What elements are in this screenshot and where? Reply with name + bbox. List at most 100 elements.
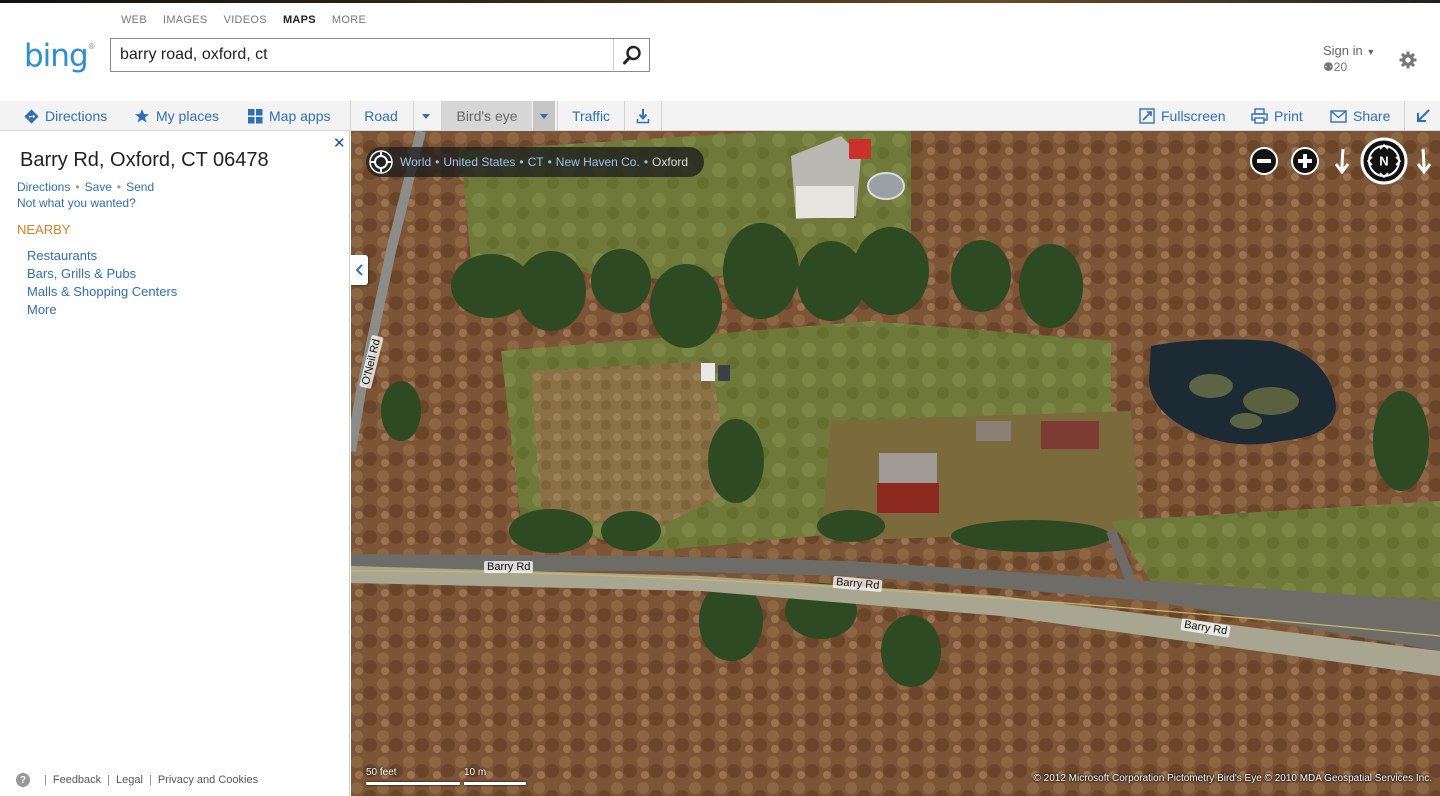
download-button[interactable] [625,101,661,131]
fullscreen-icon [1139,108,1155,124]
road-options-dropdown[interactable] [415,101,437,131]
sign-in-label: Sign in [1323,43,1363,58]
separator-dot: • [116,180,122,194]
rotate-right-button[interactable] [1413,146,1435,176]
birds-eye-options-dropdown[interactable] [533,101,555,131]
nav-videos[interactable]: VIDEOS [224,14,267,26]
birds-eye-mode-label: Bird's eye [456,108,518,124]
zoom-out-button[interactable] [1249,146,1279,176]
help-icon[interactable]: ? [16,773,30,787]
scale-feet: 50 feet [366,767,397,778]
chevron-down-icon [540,113,548,119]
map-canvas[interactable]: World • United States • CT • New Haven Co. •… [351,131,1440,796]
my-places-button[interactable]: My places [134,101,219,131]
nearby-link-bars[interactable]: Bars, Grills & Pubs [27,266,177,284]
nearby-heading: NEARBY [17,222,71,237]
map-scale: 50 feet 10 m [366,767,526,785]
footer: ? | Feedback | Legal | Privacy and Cooki… [16,773,258,787]
breadcrumb-county[interactable]: New Haven Co. [556,155,640,169]
breadcrumb-separator: • [435,155,440,169]
breadcrumb-city: Oxford [652,155,689,169]
close-panel-button[interactable]: ✕ [333,134,346,152]
scale-meters: 10 m [464,767,487,778]
close-icon: ✕ [333,135,346,152]
map-toolbar: Directions My places Map apps Road Bird'… [0,101,1440,131]
location-address: Barry Rd, Oxford, CT 06478 [20,149,269,171]
collapse-panel-toggle[interactable] [351,255,368,285]
grid-icon [248,108,263,123]
sign-in[interactable]: Sign in ▼ ⚉20 [1323,43,1375,75]
print-label: Print [1274,108,1303,124]
nav-images[interactable]: IMAGES [163,14,208,26]
gear-icon [1399,51,1417,69]
map-apps-label: Map apps [269,108,331,124]
nearby-link-malls[interactable]: Malls & Shopping Centers [27,284,177,302]
nav-maps[interactable]: MAPS [283,14,316,26]
chevron-left-icon [355,264,363,276]
minimize-map-button[interactable] [1405,101,1440,131]
footer-separator: | [148,774,152,786]
download-icon [636,109,650,124]
legal-link[interactable]: Legal [116,774,143,786]
breadcrumb-country[interactable]: United States [443,155,515,169]
rotate-arrow-icon [1416,148,1432,175]
breadcrumb-separator: • [643,155,649,169]
privacy-link[interactable]: Privacy and Cookies [158,774,258,786]
share-label: Share [1353,108,1391,124]
road-mode-button[interactable]: Road [351,101,411,131]
separator-dot: • [75,180,80,194]
nav-more[interactable]: MORE [332,14,366,26]
search-icon [622,45,641,65]
my-places-label: My places [156,108,220,124]
location-actions: Directions • Save • Send [17,180,154,194]
bing-logo[interactable]: bing® [24,38,96,74]
birds-eye-mode-button[interactable]: Bird's eye [442,101,532,131]
map-copyright: © 2012 Microsoft Corporation Pictometry … [1033,773,1432,784]
star-icon [135,109,149,123]
search-input[interactable] [111,39,611,71]
print-button[interactable]: Print [1251,101,1303,131]
save-link[interactable]: Save [85,180,112,194]
compass-north-icon: N [1379,154,1388,169]
zoom-in-button[interactable] [1290,146,1320,176]
results-panel: ✕ Barry Rd, Oxford, CT 06478 Directions •… [0,131,350,796]
vertical-nav: WEB IMAGES VIDEOS MAPS MORE [121,14,382,26]
top-strip [0,0,1440,3]
logo-text: bing [24,38,89,74]
rewards-count: 20 [1333,60,1348,74]
scale-bar-feet [366,782,460,785]
collapse-arrow-icon [1416,109,1430,122]
rewards-icon: ⚉ [1323,60,1334,74]
traffic-mode-button[interactable]: Traffic [558,101,624,131]
map-apps-button[interactable]: Map apps [248,101,330,131]
search-button[interactable] [613,39,649,71]
road-mode-label: Road [364,108,398,124]
envelope-icon [1330,109,1347,123]
feedback-link[interactable]: Feedback [53,774,101,786]
fullscreen-label: Fullscreen [1161,108,1226,124]
rotate-left-button[interactable] [1331,146,1353,176]
directions-link[interactable]: Directions [17,180,70,194]
breadcrumb-world[interactable]: World [400,155,431,169]
locate-me-icon[interactable] [369,150,393,174]
breadcrumb-separator: • [519,155,524,169]
send-link[interactable]: Send [126,180,154,194]
fullscreen-button[interactable]: Fullscreen [1139,101,1226,131]
share-button[interactable]: Share [1330,101,1390,131]
nav-web[interactable]: WEB [121,14,147,26]
breadcrumb-separator: • [547,155,552,169]
search-box [110,38,650,72]
directions-label: Directions [45,108,108,124]
footer-separator: | [107,774,111,786]
settings-button[interactable] [1398,50,1418,70]
not-what-you-wanted-link[interactable]: Not what you wanted? [17,196,136,210]
directions-button[interactable]: Directions [24,101,107,131]
chevron-down-icon [422,113,430,119]
nearby-list: Restaurants Bars, Grills & Pubs Malls & … [27,248,177,320]
nearby-link-more[interactable]: More [27,302,177,320]
chevron-down-icon: ▼ [1366,47,1376,57]
scale-bar-meters [464,782,526,785]
nearby-link-restaurants[interactable]: Restaurants [27,248,177,266]
breadcrumb-state[interactable]: CT [528,155,544,169]
compass-button[interactable]: N [1360,137,1408,185]
